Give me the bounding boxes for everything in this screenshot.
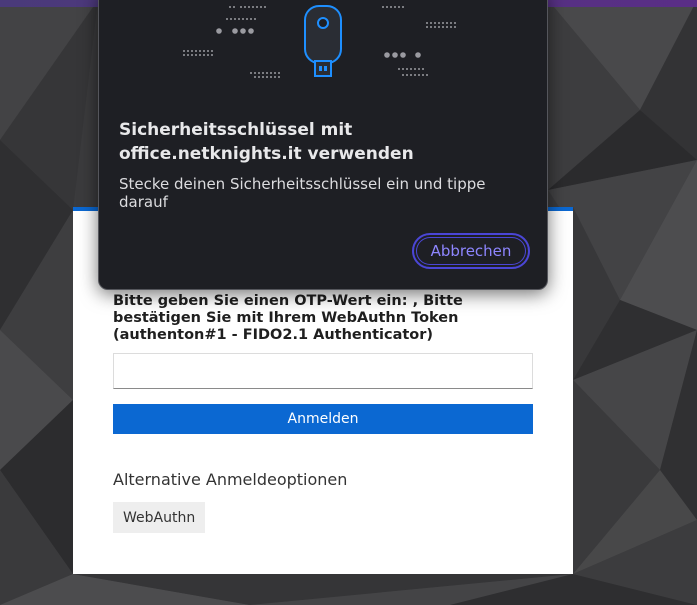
security-key-dialog: Sicherheitsschlüssel mit office.netknigh… [98, 0, 548, 290]
dialog-description: Stecke deinen Sicherheitsschlüssel ein u… [119, 175, 486, 211]
cancel-button[interactable]: Abbrechen [412, 233, 530, 269]
otp-input[interactable] [113, 353, 533, 389]
security-key-body [304, 5, 342, 77]
otp-prompt-label: Bitte geben Sie einen OTP-Wert ein: , Bi… [113, 293, 463, 343]
usb-security-key-icon [183, 5, 456, 78]
alternative-options-heading: Alternative Anmeldeoptionen [113, 470, 348, 489]
dotted-lines-left [183, 6, 280, 78]
login-button[interactable]: Anmelden [113, 404, 533, 434]
dialog-title: Sicherheitsschlüssel mit office.netknigh… [119, 120, 414, 164]
webauthn-option-button[interactable]: WebAuthn [113, 502, 206, 533]
dotted-lines-right [382, 6, 456, 76]
